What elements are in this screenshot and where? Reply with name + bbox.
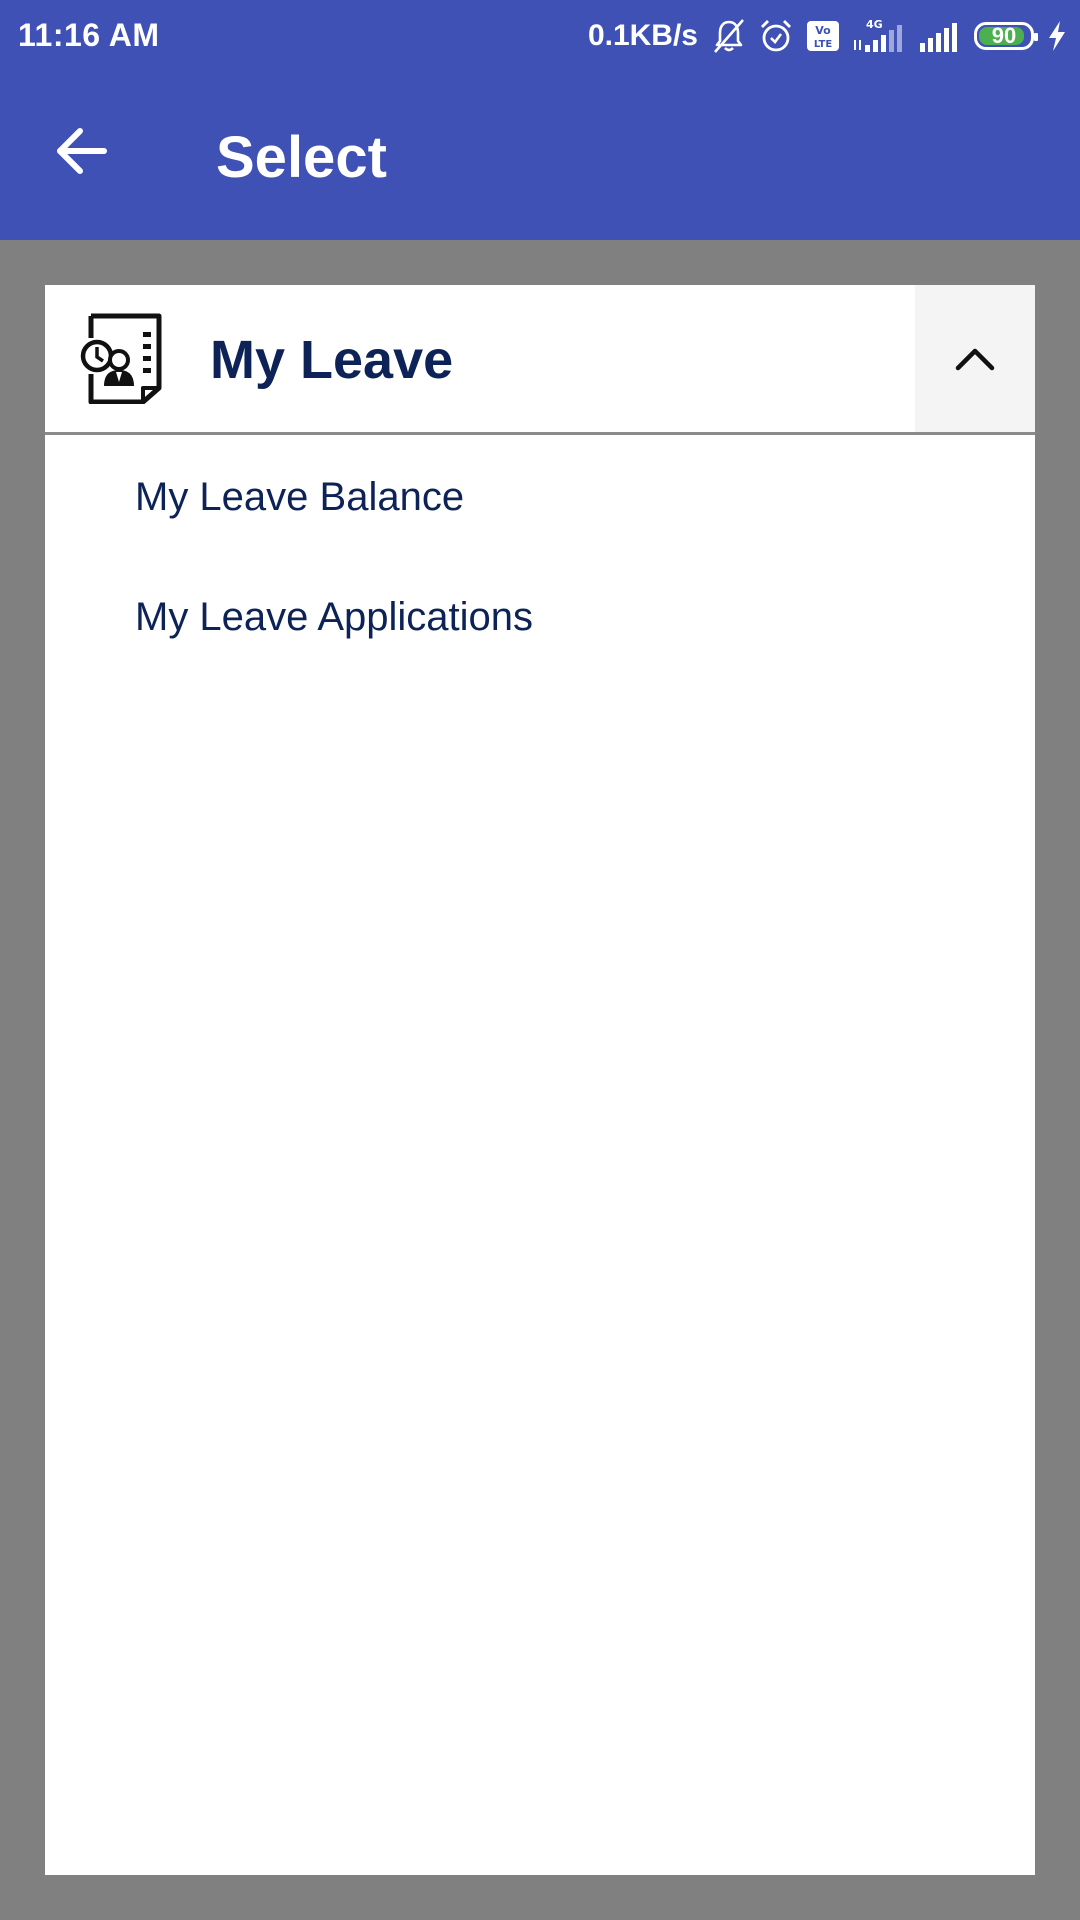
svg-text:LTE: LTE: [814, 39, 833, 50]
chevron-up-icon: [955, 348, 995, 370]
battery-indicator: 90: [974, 22, 1038, 50]
arrow-left-icon: [57, 128, 107, 174]
status-icons: 0.1KB/s Vo LTE 4G 90: [588, 14, 1068, 58]
status-bar: 11:16 AM 0.1KB/s Vo LTE 4G 90: [0, 0, 1080, 72]
collapse-button[interactable]: [915, 285, 1035, 432]
svg-text:4G: 4G: [866, 18, 883, 31]
section-header-my-leave[interactable]: My Leave: [45, 285, 1035, 435]
volte-icon: Vo LTE: [806, 20, 840, 52]
section-title: My Leave: [210, 330, 454, 390]
bell-off-icon: [712, 18, 746, 54]
leave-menu-card: My Leave My Leave Balance My Leave Appli…: [45, 285, 1035, 1875]
menu-item-my-leave-applications[interactable]: My Leave Applications: [135, 595, 533, 640]
leave-document-icon: [79, 312, 165, 405]
charging-icon: [1046, 20, 1068, 52]
svg-text:Vo: Vo: [815, 24, 831, 37]
status-time: 11:16 AM: [18, 17, 160, 53]
network-speed: 0.1KB/s: [587, 19, 698, 52]
battery-level: 90: [991, 23, 1017, 48]
page-title: Select: [216, 125, 387, 190]
back-button[interactable]: [42, 120, 122, 182]
menu-item-my-leave-balance[interactable]: My Leave Balance: [135, 475, 464, 520]
alarm-icon: [758, 18, 794, 54]
signal-4g-icon: 4G: [852, 18, 906, 54]
signal-icon: [918, 18, 962, 54]
toolbar: Select: [0, 72, 1080, 240]
app-header: 11:16 AM 0.1KB/s Vo LTE 4G 90 Select: [0, 0, 1080, 240]
